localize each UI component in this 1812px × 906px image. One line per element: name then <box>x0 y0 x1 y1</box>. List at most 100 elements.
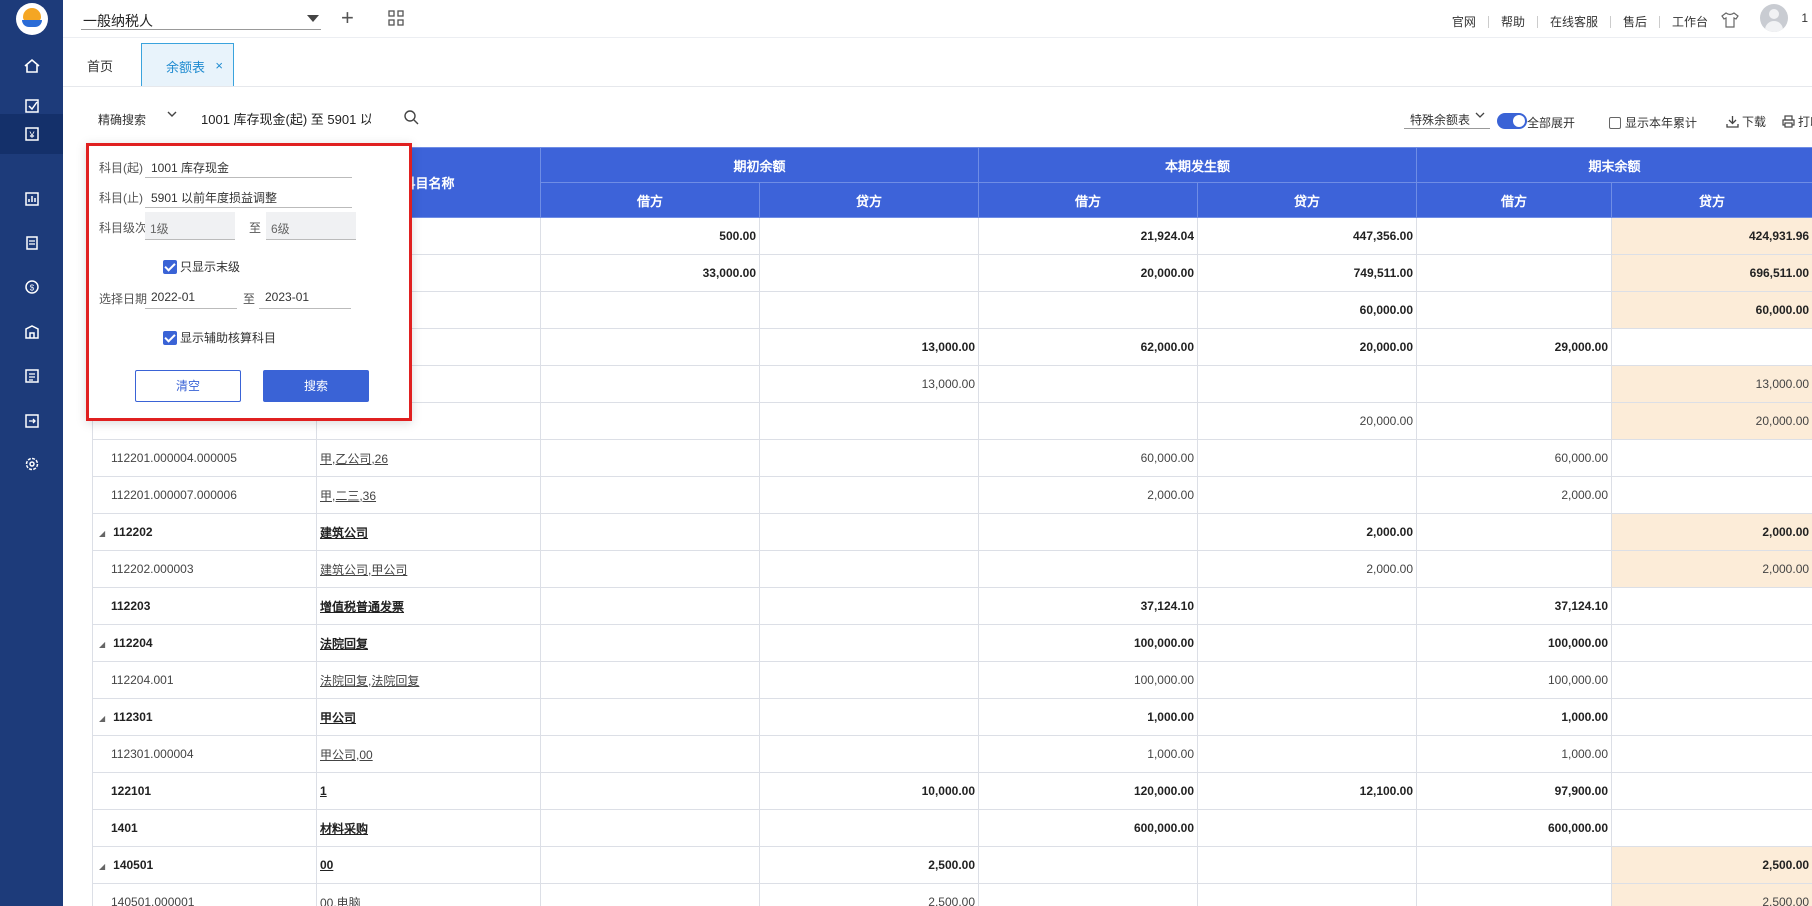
apps-grid-icon[interactable] <box>388 10 404 29</box>
svg-text:$: $ <box>29 284 34 293</box>
tab-balance-sheet[interactable]: 余额表 × <box>141 43 234 86</box>
checkbox-unchecked[interactable] <box>1608 116 1621 129</box>
account-name-link[interactable]: 材料采购 <box>320 822 368 836</box>
ledger-icon[interactable]: ¥ <box>0 114 63 154</box>
table-row[interactable]: 112201.000007.000006 甲,二三,36 2,000.00 2,000… <box>92 476 1812 514</box>
tax-type-select[interactable]: 一般纳税人 <box>81 8 321 30</box>
amount-cell <box>978 883 1199 906</box>
expand-triangle-icon[interactable]: ◢ <box>99 714 105 723</box>
table-row[interactable]: ◢ 112202 建筑公司 2,000.00 2,000.00 <box>92 513 1812 551</box>
date-to-input[interactable]: 2023-01 <box>259 283 351 309</box>
account-name-link[interactable]: 法院回复 <box>320 637 368 651</box>
account-code: 122101 <box>111 784 152 798</box>
asset-icon[interactable] <box>0 312 63 352</box>
account-code-cell: 1401 <box>92 809 317 847</box>
salary-icon[interactable]: $ <box>0 267 63 307</box>
show-aux-checkbox[interactable]: 显示辅助核算科目 <box>163 329 276 346</box>
date-from-input[interactable]: 2022-01 <box>145 283 237 309</box>
subject-end-input[interactable]: 5901 以前年度损益调整 <box>145 182 352 208</box>
table-row[interactable]: ◢ 112204 法院回复 100,000.00 100,000.00 <box>92 624 1812 662</box>
account-name-link[interactable]: 甲公司,00 <box>320 748 373 762</box>
account-name-link[interactable]: 建筑公司 <box>320 526 368 540</box>
avatar[interactable] <box>1760 4 1788 32</box>
table-row[interactable]: ◢ 140501 00 2,500.00 2,500.00 <box>92 846 1812 884</box>
table-row[interactable]: 112204.001 法院回复,法院回复 100,000.00 100,000.00 <box>92 661 1812 699</box>
add-icon[interactable]: + <box>341 7 354 29</box>
link-online-service[interactable]: 在线客服 <box>1550 13 1598 30</box>
amount-cell <box>758 587 980 625</box>
amount-cell <box>1611 624 1812 662</box>
subject-start-input[interactable]: 1001 库存现金 <box>145 152 352 178</box>
search-mode-select[interactable]: 精确搜索 <box>98 111 146 128</box>
account-code-cell: 112203 <box>92 587 317 625</box>
table-row[interactable]: 112301.000004 甲公司,00 1,000.00 1,000.00 <box>92 735 1812 773</box>
account-name-link[interactable]: 甲公司 <box>320 711 356 725</box>
account-code-cell: ◢ 140501 <box>92 846 317 884</box>
print-button[interactable]: 打印 <box>1782 113 1812 130</box>
link-official-site[interactable]: 官网 <box>1452 13 1476 30</box>
amount-cell <box>758 254 980 292</box>
top-bar: 一般纳税人 + 官网 帮助 在线客服 售后 工作台 1 <box>63 0 1812 38</box>
table-row[interactable]: 112202.000003 建筑公司,甲公司 2,000.00 2,000.00 <box>92 550 1812 588</box>
account-name-link[interactable]: 法院回复,法院回复 <box>320 674 419 688</box>
account-name-link[interactable]: 建筑公司,甲公司 <box>320 563 407 577</box>
amount-cell: 20,000.00 <box>978 254 1199 292</box>
table-row[interactable]: 112201.000004.000005 甲,乙公司,26 60,000.00 60,… <box>92 439 1812 477</box>
account-code-cell: 112201.000004.000005 <box>92 439 317 477</box>
amount-cell <box>1611 328 1812 366</box>
amount-cell <box>1611 698 1812 736</box>
special-balance-select[interactable]: 特殊余额表 <box>1404 101 1490 129</box>
special-balance-label: 特殊余额表 <box>1410 113 1471 127</box>
amount-cell: 2,000.00 <box>1611 550 1812 588</box>
table-row[interactable]: ◢ 112301 甲公司 1,000.00 1,000.00 <box>92 698 1812 736</box>
search-button[interactable]: 搜索 <box>263 370 369 402</box>
settings-icon[interactable] <box>0 444 63 484</box>
link-workbench[interactable]: 工作台 <box>1672 13 1708 30</box>
amount-cell <box>540 846 760 884</box>
close-icon[interactable]: × <box>215 58 223 73</box>
show-year-cumulative-checkbox[interactable]: 显示本年累计 <box>1608 114 1697 131</box>
only-leaf-label: 只显示末级 <box>180 260 241 274</box>
app-logo[interactable] <box>16 3 48 35</box>
link-after-sales[interactable]: 售后 <box>1623 13 1647 30</box>
user-name[interactable]: 1 <box>1801 11 1808 25</box>
account-name-link[interactable]: 00,电脑 <box>320 896 361 906</box>
amount-cell: 21,924.04 <box>978 217 1199 255</box>
table-row[interactable]: 112203 增值税普通发票 37,124.10 37,124.10 <box>92 587 1812 625</box>
clear-button[interactable]: 清空 <box>135 370 241 402</box>
amount-cell <box>758 661 980 699</box>
expand-triangle-icon[interactable]: ◢ <box>99 640 105 649</box>
amount-cell <box>1611 439 1812 477</box>
expand-triangle-icon[interactable]: ◢ <box>99 862 105 871</box>
link-help[interactable]: 帮助 <box>1501 13 1525 30</box>
chevron-down-icon[interactable] <box>165 107 179 124</box>
amount-cell <box>540 439 760 477</box>
level-to-input[interactable]: 6级 <box>266 212 356 240</box>
account-name-link[interactable]: 甲,乙公司,26 <box>320 452 388 466</box>
level-from-input[interactable]: 1级 <box>145 212 235 240</box>
table-row[interactable]: 140501.000001 00,电脑 2,500.00 2,500.00 <box>92 883 1812 906</box>
report-icon[interactable] <box>0 179 63 219</box>
expand-triangle-icon[interactable]: ◢ <box>99 529 105 538</box>
home-icon[interactable] <box>0 46 63 86</box>
table-row[interactable]: 1401 材料采购 600,000.00 600,000.00 <box>92 809 1812 847</box>
subject-range-display[interactable]: 1001 库存现金(起) 至 5901 以前年度损益调整 <box>201 109 371 128</box>
download-button[interactable]: 下载 <box>1725 113 1766 130</box>
table-row[interactable]: 122101 1 10,000.00 120,000.00 12,100.00 97,90… <box>92 772 1812 810</box>
account-name-link[interactable]: 1 <box>320 784 327 798</box>
filter-popup: 科目(起) 1001 库存现金 科目(止) 5901 以前年度损益调整 科目级次… <box>86 143 412 421</box>
tax-icon[interactable] <box>0 401 63 441</box>
account-name-link[interactable]: 甲,二三,36 <box>320 489 376 503</box>
expand-all-toggle[interactable] <box>1497 113 1527 129</box>
tab-home[interactable]: 首页 <box>87 56 113 75</box>
document-icon[interactable] <box>0 356 63 396</box>
top-links: 官网 帮助 在线客服 售后 工作台 <box>1452 11 1740 32</box>
account-code-cell: ◢ 112204 <box>92 624 317 662</box>
account-name-link[interactable]: 增值税普通发票 <box>320 600 404 614</box>
shirt-icon[interactable] <box>1720 11 1740 32</box>
account-name-link[interactable]: 00 <box>320 858 333 872</box>
search-icon[interactable] <box>403 109 419 128</box>
account-name-cell: 法院回复,法院回复 <box>316 661 541 699</box>
only-leaf-checkbox[interactable]: 只显示末级 <box>163 258 240 275</box>
invoice-icon[interactable] <box>0 223 63 263</box>
